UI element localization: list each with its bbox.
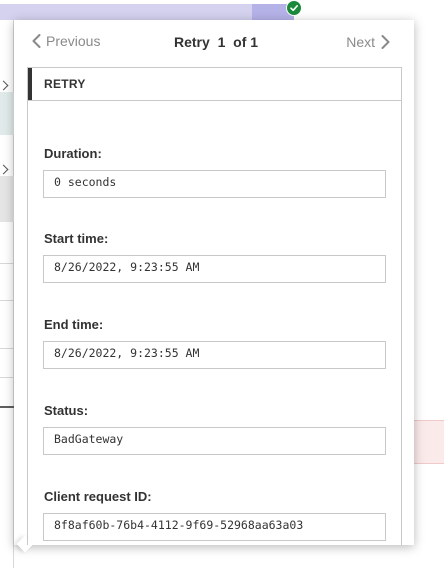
retry-current-index: 1 [217, 34, 226, 50]
background-divider [0, 406, 14, 408]
start-time-value[interactable]: 8/26/2022, 9:23:55 AM [43, 255, 386, 283]
background-divider [0, 263, 14, 264]
retry-total: 1 [250, 34, 259, 50]
retry-section-title: RETRY [44, 77, 86, 91]
background-divider [0, 377, 14, 378]
retry-navigation: Previous Retry 1 of 1 Next [14, 20, 414, 66]
client-request-id-value[interactable]: 8f8af60b-76b4-4112-9f69-52968aa63a03 [43, 513, 386, 541]
end-time-value[interactable]: 8/26/2022, 9:23:55 AM [43, 341, 386, 369]
retry-card: RETRY Duration: 0 seconds Start time: 8/… [27, 67, 402, 545]
chevron-left-icon [32, 34, 41, 48]
retry-card-header: RETRY [28, 68, 401, 101]
chevron-right-icon [381, 35, 390, 49]
retry-details-popup: Previous Retry 1 of 1 Next RETRY Duratio… [14, 20, 414, 553]
background-row [0, 176, 14, 222]
retry-counter: Retry 1 of 1 [174, 34, 258, 50]
previous-button[interactable]: Previous [32, 33, 100, 49]
client-request-id-label: Client request ID: [44, 489, 152, 504]
end-time-label: End time: [44, 317, 104, 332]
duration-label: Duration: [44, 146, 102, 161]
background-divider [0, 300, 14, 301]
header-accent-bar [28, 68, 32, 100]
background-error-row [414, 420, 444, 464]
previous-label: Previous [46, 33, 101, 49]
status-value[interactable]: BadGateway [43, 427, 386, 455]
background-row [0, 92, 14, 135]
start-time-label: Start time: [44, 231, 109, 246]
status-label: Status: [44, 403, 89, 418]
retry-of-text: of [233, 34, 247, 50]
background-divider [0, 348, 14, 349]
next-button[interactable]: Next [346, 34, 390, 50]
retry-counter-label: Retry [174, 34, 210, 50]
success-check-icon [286, 0, 302, 16]
next-label: Next [346, 34, 375, 50]
duration-value[interactable]: 0 seconds [43, 170, 386, 198]
background-action-bar [0, 4, 294, 20]
